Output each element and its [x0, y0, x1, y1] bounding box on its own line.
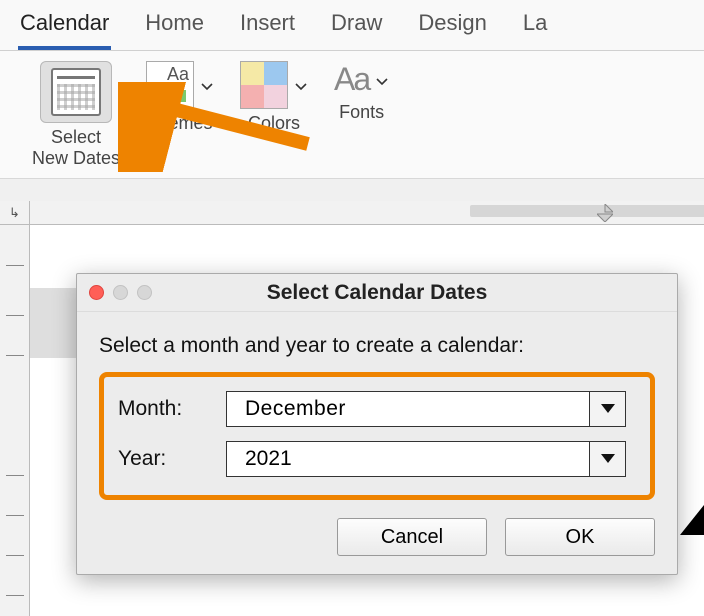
ok-button[interactable]: OK	[505, 518, 655, 556]
select-new-dates-label: Select New Dates	[32, 127, 120, 168]
minimize-window-icon	[113, 285, 128, 300]
select-calendar-dates-dialog: Select Calendar Dates Select a month and…	[76, 273, 678, 575]
tab-draw[interactable]: Draw	[329, 8, 384, 50]
dialog-prompt: Select a month and year to create a cale…	[99, 334, 655, 358]
zoom-window-icon	[137, 285, 152, 300]
canvas-region	[30, 288, 80, 358]
horizontal-ruler[interactable]	[30, 201, 704, 225]
chevron-down-icon[interactable]	[375, 75, 389, 89]
themes-button[interactable]: Aa Themes	[146, 61, 214, 134]
vertical-ruler[interactable]	[0, 225, 30, 616]
fonts-icon: Aa	[334, 61, 369, 98]
ruler-corner: ↳	[0, 201, 30, 225]
year-input[interactable]	[227, 442, 589, 476]
select-new-dates-button[interactable]: Select New Dates	[32, 61, 120, 168]
chevron-down-icon[interactable]	[200, 80, 214, 94]
fonts-button[interactable]: Aa Fonts	[334, 61, 389, 123]
chevron-down-icon	[601, 454, 615, 464]
margin-marker-icon[interactable]	[597, 204, 613, 227]
close-window-icon[interactable]	[89, 285, 104, 300]
cancel-button[interactable]: Cancel	[337, 518, 487, 556]
tab-calendar[interactable]: Calendar	[18, 8, 111, 50]
month-dropdown-button[interactable]	[589, 392, 625, 426]
year-label: Year:	[118, 447, 208, 471]
themes-icon: Aa	[146, 61, 194, 109]
annotation-highlight-box: Month: Year:	[99, 372, 655, 500]
tab-insert[interactable]: Insert	[238, 8, 297, 50]
canvas-shape-fragment	[680, 505, 704, 535]
dialog-title: Select Calendar Dates	[77, 281, 677, 305]
year-dropdown-button[interactable]	[589, 442, 625, 476]
tab-home[interactable]: Home	[143, 8, 206, 50]
colors-label: Colors	[248, 113, 300, 134]
colors-button[interactable]: Colors	[240, 61, 308, 134]
month-label: Month:	[118, 397, 208, 421]
fonts-label: Fonts	[339, 102, 384, 123]
chevron-down-icon[interactable]	[294, 80, 308, 94]
calendar-icon	[51, 68, 101, 116]
month-input[interactable]	[227, 392, 591, 426]
tab-design[interactable]: Design	[416, 8, 488, 50]
tab-layout-truncated[interactable]: La	[521, 8, 549, 50]
themes-label: Themes	[148, 113, 213, 134]
year-combobox[interactable]	[226, 441, 626, 477]
colors-icon	[240, 61, 288, 109]
chevron-down-icon	[601, 404, 615, 414]
ribbon-tabs: Calendar Home Insert Draw Design La	[0, 0, 704, 51]
dialog-titlebar[interactable]: Select Calendar Dates	[77, 274, 677, 312]
month-combobox[interactable]	[226, 391, 626, 427]
ribbon: Select New Dates Aa Themes	[0, 51, 704, 179]
